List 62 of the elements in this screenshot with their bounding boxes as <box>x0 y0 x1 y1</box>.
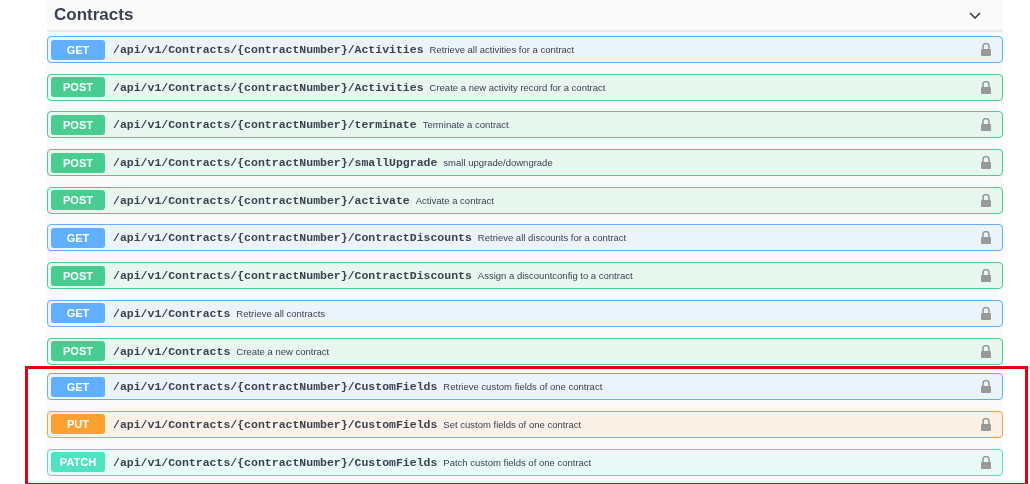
method-badge: GET <box>51 227 105 248</box>
lock-icon[interactable] <box>981 231 991 245</box>
method-badge: GET <box>51 39 105 60</box>
lock-icon[interactable] <box>981 380 991 394</box>
endpoint-path: /api/v1/Contracts/{contractNumber}/smallUpgrade <box>113 156 438 170</box>
operation-row[interactable]: POST /api/v1/Contracts/{contractNumber}/activate Activate a contract <box>47 186 1003 214</box>
endpoint-path: /api/v1/Contracts/{contractNumber}/ContractDiscounts <box>113 269 472 283</box>
method-badge: PATCH <box>51 452 105 473</box>
endpoint-summary: small upgrade/downgrade <box>443 157 554 169</box>
endpoint-summary: Retrieve all contracts <box>236 307 327 319</box>
lock-icon[interactable] <box>981 193 991 207</box>
endpoint-summary: Patch custom fields of one contract <box>443 456 593 468</box>
method-badge: POST <box>51 114 105 135</box>
operation-row[interactable]: POST /api/v1/Contracts/{contractNumber}/Activities Create a new activity record for a contract <box>47 73 1003 101</box>
operation-row[interactable]: POST /api/v1/Contracts/{contractNumber}/ContractDiscounts Assign a discountconfig to a contract <box>47 262 1003 290</box>
endpoint-path: /api/v1/Contracts/{contractNumber}/terminate <box>113 118 417 132</box>
method-badge: POST <box>51 190 105 211</box>
lock-icon[interactable] <box>981 80 991 94</box>
operation-row[interactable]: POST /api/v1/Contracts/{contractNumber}/smallUpgrade small upgrade/downgrade <box>47 149 1003 177</box>
lock-icon[interactable] <box>981 43 991 56</box>
operation-row[interactable]: GET /api/v1/Contracts/{contractNumber}/CustomFields Retrieve custom fields of one contract <box>47 373 1003 401</box>
endpoint-path: /api/v1/Contracts/{contractNumber}/activate <box>113 193 410 207</box>
lock-icon[interactable] <box>981 344 991 358</box>
method-badge: POST <box>51 265 105 286</box>
operation-row[interactable]: GET /api/v1/Contracts Retrieve all contracts <box>47 299 1003 327</box>
lock-icon[interactable] <box>981 118 991 132</box>
endpoint-summary: Create a new contract <box>236 345 331 357</box>
operation-row[interactable]: PUT /api/v1/Contracts/{contractNumber}/CustomFields Set custom fields of one contract <box>47 410 1003 438</box>
endpoint-summary: Retrieve all activities for a contract <box>429 44 576 55</box>
endpoint-path: /api/v1/Contracts/{contractNumber}/CustomFields <box>113 455 438 469</box>
endpoint-path: /api/v1/Contracts <box>113 344 231 358</box>
chevron-icon[interactable] <box>969 11 981 19</box>
lock-icon[interactable] <box>981 417 991 431</box>
endpoint-path: /api/v1/Contracts <box>113 306 231 320</box>
endpoint-summary: Terminate a contract <box>422 119 510 131</box>
lock-icon[interactable] <box>981 156 991 170</box>
method-badge: POST <box>51 341 105 361</box>
operation-row[interactable]: PATCH /api/v1/Contracts/{contractNumber}/CustomFields Patch custom fields of one contract <box>47 448 1003 476</box>
endpoint-summary: Retrieve all discounts for a contract <box>477 232 628 244</box>
endpoint-path: /api/v1/Contracts/{contractNumber}/CustomFields <box>113 380 438 394</box>
lock-icon[interactable] <box>981 306 991 320</box>
method-badge: POST <box>51 77 105 98</box>
endpoint-path: /api/v1/Contracts/{contractNumber}/ContractDiscounts <box>113 231 472 245</box>
operation-row[interactable]: POST /api/v1/Contracts/{contractNumber}/terminate Terminate a contract <box>47 111 1003 139</box>
method-badge: GET <box>51 303 105 324</box>
endpoint-path: /api/v1/Contracts/{contractNumber}/Activities <box>113 80 424 94</box>
endpoint-path: /api/v1/Contracts/{contractNumber}/CustomFields <box>113 417 438 431</box>
method-badge: POST <box>51 152 105 173</box>
section-title: Contracts <box>54 5 134 25</box>
operation-row[interactable]: GET /api/v1/Contracts/{contractNumber}/ContractDiscounts Retrieve all discounts for a contract <box>47 224 1003 252</box>
lock-icon[interactable] <box>981 455 991 469</box>
endpoint-path: /api/v1/Contracts/{contractNumber}/Activities <box>113 43 424 56</box>
operation-row[interactable]: POST /api/v1/Contracts Create a new contract <box>47 337 1003 365</box>
method-badge: GET <box>51 376 105 397</box>
lock-icon[interactable] <box>981 269 991 283</box>
method-badge: PUT <box>51 414 105 435</box>
endpoint-summary: Activate a contract <box>415 194 495 206</box>
operation-row[interactable]: GET /api/v1/Contracts/{contractNumber}/Activities Retrieve all activities for a contract <box>47 36 1003 63</box>
endpoint-summary: Assign a discountconfig to a contract <box>477 270 634 282</box>
endpoint-summary: Create a new activity record for a contract <box>429 81 607 93</box>
endpoint-summary: Set custom fields of one contract <box>443 418 583 430</box>
endpoint-summary: Retrieve custom fields of one contract <box>443 381 604 393</box>
